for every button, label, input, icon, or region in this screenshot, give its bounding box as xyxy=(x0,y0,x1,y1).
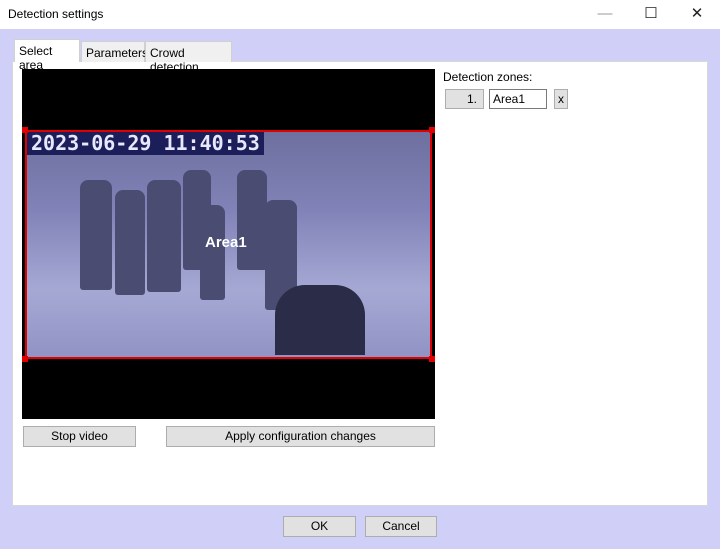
apply-changes-button[interactable]: Apply configuration changes xyxy=(166,426,435,447)
zone-index-button[interactable]: 1. xyxy=(445,89,484,109)
detection-zones-label: Detection zones: xyxy=(443,70,533,84)
tab-crowd-detection[interactable]: Crowd detection xyxy=(145,41,232,74)
tab-parameters[interactable]: Parameters xyxy=(81,41,148,62)
zone-handle[interactable] xyxy=(22,356,28,362)
maximize-button[interactable]: ☐ xyxy=(628,0,674,29)
zone-handle[interactable] xyxy=(429,127,435,133)
minimize-button[interactable]: — xyxy=(582,0,628,29)
zone-remove-button[interactable]: x xyxy=(554,89,568,109)
title-bar: Detection settings — ☐ ✕ xyxy=(0,0,720,29)
tab-select-area[interactable]: Select area xyxy=(14,39,80,72)
cancel-button[interactable]: Cancel xyxy=(365,516,437,537)
window-title: Detection settings xyxy=(8,7,104,21)
zone-name-input[interactable]: Area1 xyxy=(489,89,547,109)
zone-handle[interactable] xyxy=(22,127,28,133)
zone-label: Area1 xyxy=(205,234,247,251)
zone-handle[interactable] xyxy=(429,356,435,362)
ok-button[interactable]: OK xyxy=(283,516,356,537)
close-button[interactable]: ✕ xyxy=(674,0,720,29)
stop-video-button[interactable]: Stop video xyxy=(23,426,136,447)
